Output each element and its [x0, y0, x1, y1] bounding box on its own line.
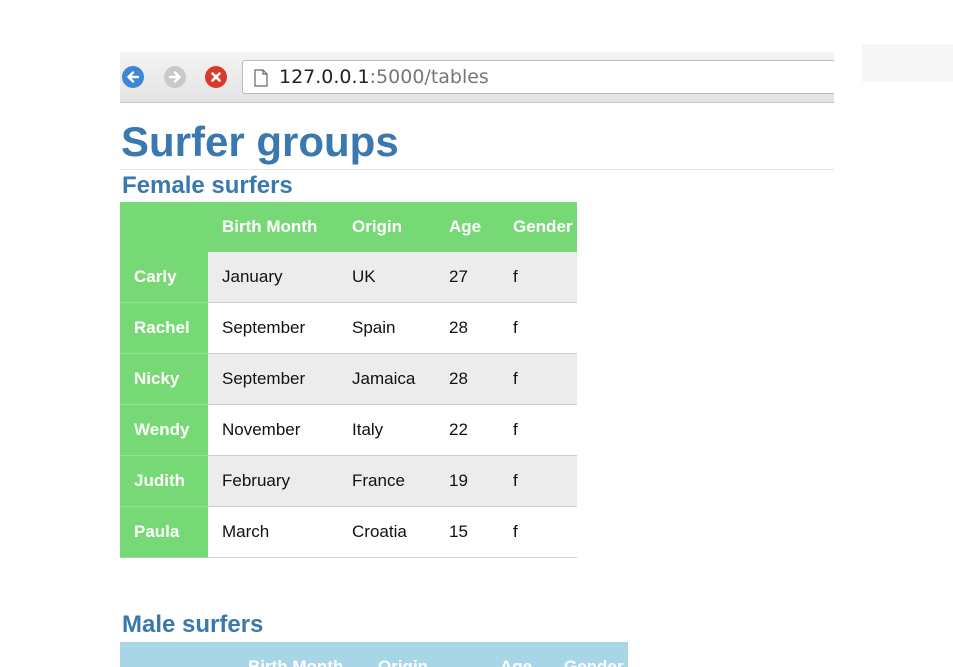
table-row: Carly January UK 27 f [120, 252, 577, 303]
page-icon [254, 69, 268, 87]
column-header-origin: Origin [338, 202, 435, 252]
cell-gender: f [499, 302, 577, 354]
cell-age: 19 [435, 455, 499, 507]
stop-button[interactable] [205, 66, 227, 88]
cell-age: 28 [435, 353, 499, 405]
row-name: Nicky [120, 353, 208, 405]
page-title: Surfer groups [121, 118, 399, 165]
stop-x-icon [211, 72, 221, 82]
cell-gender: f [499, 252, 577, 303]
cell-origin: UK [338, 252, 435, 303]
column-header-birth-month: Birth Month [234, 642, 364, 667]
cell-origin: France [338, 455, 435, 507]
cell-birth-month: September [208, 353, 338, 405]
cell-age: 15 [435, 506, 499, 558]
column-header-birth-month: Birth Month [208, 202, 338, 252]
cell-age: 22 [435, 404, 499, 456]
browser-window: 127.0.0.1:5000/tables Surfer groups Fema… [120, 34, 834, 667]
table-header-row: Birth Month Origin Age Gender [120, 202, 577, 252]
female-section-title: Female surfers [122, 172, 293, 199]
cell-origin: Croatia [338, 506, 435, 558]
cell-gender: f [499, 506, 577, 558]
row-name: Wendy [120, 404, 208, 456]
column-header-gender: Gender [550, 642, 628, 667]
cell-birth-month: March [208, 506, 338, 558]
cell-birth-month: February [208, 455, 338, 507]
row-name: Rachel [120, 302, 208, 354]
table-row: Rachel September Spain 28 f [120, 302, 577, 354]
extension-area [862, 44, 953, 82]
table-row: Judith February France 19 f [120, 455, 577, 507]
url-host: 127.0.0.1 [279, 66, 370, 88]
cell-age: 27 [435, 252, 499, 303]
cell-age: 28 [435, 302, 499, 354]
female-surfers-table: Birth Month Origin Age Gender Carly Janu… [120, 202, 577, 558]
cell-gender: f [499, 353, 577, 405]
table-row: Paula March Croatia 15 f [120, 506, 577, 558]
row-name: Carly [120, 252, 208, 303]
url-text: 127.0.0.1:5000/tables [279, 66, 489, 88]
url-port-path: :5000/tables [369, 66, 489, 88]
cell-origin: Italy [338, 404, 435, 456]
column-header-age: Age [486, 642, 550, 667]
forward-button[interactable] [164, 66, 186, 88]
column-header-name [120, 642, 234, 667]
table-header-row: Birth Month Origin Age Gender [120, 642, 628, 667]
column-header-origin: Origin [364, 642, 486, 667]
title-divider [120, 169, 834, 170]
table-row: Wendy November Italy 22 f [120, 404, 577, 456]
back-button[interactable] [122, 66, 144, 88]
row-name: Paula [120, 506, 208, 558]
cell-origin: Spain [338, 302, 435, 354]
window-top-strip [120, 34, 834, 52]
forward-arrow-icon [168, 71, 181, 83]
male-surfers-table: Birth Month Origin Age Gender [120, 642, 628, 667]
column-header-name [120, 202, 208, 252]
cell-birth-month: January [208, 252, 338, 303]
column-header-gender: Gender [499, 202, 577, 252]
table-row: Nicky September Jamaica 28 f [120, 353, 577, 405]
browser-toolbar: 127.0.0.1:5000/tables [120, 52, 834, 103]
back-arrow-icon [127, 71, 140, 83]
male-section-title: Male surfers [122, 611, 264, 638]
cell-birth-month: September [208, 302, 338, 354]
url-bar[interactable]: 127.0.0.1:5000/tables [242, 60, 834, 94]
cell-gender: f [499, 455, 577, 507]
cell-gender: f [499, 404, 577, 456]
cell-origin: Jamaica [338, 353, 435, 405]
row-name: Judith [120, 455, 208, 507]
column-header-age: Age [435, 202, 499, 252]
cell-birth-month: November [208, 404, 338, 456]
